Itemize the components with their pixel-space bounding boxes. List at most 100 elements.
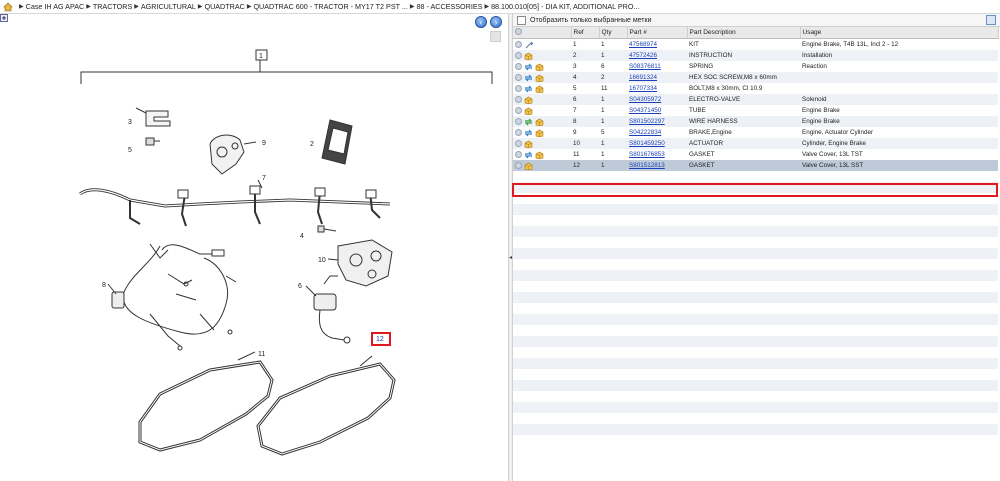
cell-part-number[interactable]: S08376811 xyxy=(627,61,687,72)
part-number-link[interactable]: S08376811 xyxy=(629,63,661,70)
part-number-link[interactable]: 47572426 xyxy=(629,52,657,59)
cell-ref: 11 xyxy=(571,149,599,160)
row-select-icon[interactable] xyxy=(515,107,522,114)
table-row[interactable]: 10 1 S801459250 ACTUATOR Cylinder, Engine Br… xyxy=(513,138,998,149)
cell-part-number[interactable]: S04371450 xyxy=(627,105,687,116)
empty-cell xyxy=(513,281,571,292)
cell-part-number[interactable]: S04305972 xyxy=(627,94,687,105)
part-number-link[interactable]: 47568974 xyxy=(629,41,657,48)
empty-cell xyxy=(687,281,800,292)
breadcrumb-item[interactable]: ▶ QUADTRAC xyxy=(196,2,245,11)
table-row[interactable]: 7 1 S04371450 TUBE Engine Brake xyxy=(513,105,998,116)
table-row[interactable]: 6 1 S04305972 ELECTRO-VALVE Solenoid xyxy=(513,94,998,105)
part-number-link[interactable]: S04371450 xyxy=(629,107,661,114)
row-icons xyxy=(513,127,571,138)
table-row[interactable]: 11 1 S801676853 GASKET Valve Cover, 13L TST xyxy=(513,149,998,160)
empty-cell xyxy=(571,182,599,193)
diagram-panel: ‹ › 1 2 3 4 5 6 7 8 9 10 11 12 xyxy=(0,14,508,481)
breadcrumb-item[interactable]: ▶ 88.100.010[05] - DIA KIT, ADDITIONAL PR… xyxy=(482,2,639,11)
breadcrumb-item[interactable]: ▶ TRACTORS xyxy=(84,2,132,11)
empty-cell xyxy=(571,402,599,413)
row-select-icon[interactable] xyxy=(515,140,522,147)
empty-cell xyxy=(599,303,627,314)
row-select-icon[interactable] xyxy=(515,52,522,59)
part-box-icon xyxy=(524,162,533,170)
row-select-icon[interactable] xyxy=(515,96,522,103)
breadcrumb-label[interactable]: TRACTORS xyxy=(93,2,132,11)
cell-description: ELECTRO-VALVE xyxy=(687,94,800,105)
cell-usage xyxy=(800,72,998,83)
cell-part-number[interactable]: 16691324 xyxy=(627,72,687,83)
part-box-icon xyxy=(535,129,544,137)
table-row[interactable]: 9 5 S04222834 BRAKE,Engine Engine, Actuator … xyxy=(513,127,998,138)
part-number-link[interactable]: S801459250 xyxy=(629,140,665,147)
header-usage[interactable]: Usage xyxy=(800,27,999,39)
header-qty[interactable]: Qty xyxy=(599,27,628,39)
breadcrumb-item[interactable]: ▶ AGRICULTURAL xyxy=(132,2,196,11)
empty-cell xyxy=(687,303,800,314)
part-box-icon xyxy=(535,85,544,93)
cell-part-number[interactable]: 47572426 xyxy=(627,50,687,61)
empty-cell xyxy=(800,336,998,347)
breadcrumb-label[interactable]: QUADTRAC 600 - TRACTOR - MY17 T2 PST ... xyxy=(253,2,407,11)
row-select-icon[interactable] xyxy=(515,74,522,81)
table-row[interactable]: 4 2 16691324 HEX SOC SCREW,M8 x 60mm xyxy=(513,72,998,83)
row-select-icon[interactable] xyxy=(515,151,522,158)
splitter-grip-icon[interactable]: ◂ xyxy=(509,254,512,266)
cell-part-number[interactable]: S801676853 xyxy=(627,149,687,160)
header-description[interactable]: Part Description xyxy=(687,27,801,39)
header-ref[interactable]: Ref xyxy=(571,27,600,39)
breadcrumb-label[interactable]: 88 - ACCESSORIES xyxy=(417,2,483,11)
row-select-icon[interactable] xyxy=(515,85,522,92)
breadcrumb-label[interactable]: QUADTRAC xyxy=(204,2,244,11)
part-number-link[interactable]: S801512813 xyxy=(629,162,665,169)
row-select-icon[interactable] xyxy=(515,118,522,125)
show-selected-checkbox[interactable] xyxy=(517,15,526,25)
empty-cell xyxy=(800,204,998,215)
cell-description: ACTUATOR xyxy=(687,138,800,149)
cell-part-number[interactable]: S801502297 xyxy=(627,116,687,127)
home-icon[interactable] xyxy=(3,2,13,12)
cell-usage: Solenoid xyxy=(800,94,998,105)
table-row[interactable]: 8 1 S801502297 WIRE HARNESS Engine Brake xyxy=(513,116,998,127)
empty-cell xyxy=(627,204,687,215)
row-select-icon[interactable] xyxy=(515,162,522,169)
cell-part-number[interactable]: S04222834 xyxy=(627,127,687,138)
empty-cell xyxy=(571,347,599,358)
part-number-link[interactable]: 16707334 xyxy=(629,85,657,92)
part-number-link[interactable]: S04305972 xyxy=(629,96,661,103)
breadcrumb-item[interactable]: ▶ Case IH AG APAC xyxy=(17,2,84,11)
empty-cell xyxy=(571,336,599,347)
row-select-icon[interactable] xyxy=(515,41,522,48)
breadcrumb-item[interactable]: ▶ QUADTRAC 600 - TRACTOR - MY17 T2 PST ..… xyxy=(245,2,408,11)
empty-cell xyxy=(800,193,998,204)
breadcrumb-label[interactable]: 88.100.010[05] - DIA KIT, ADDITIONAL PRO… xyxy=(491,2,639,11)
row-icons xyxy=(513,72,571,83)
row-select-icon[interactable] xyxy=(515,129,522,136)
breadcrumb-item[interactable]: ▶ 88 - ACCESSORIES xyxy=(408,2,483,11)
cell-part-number[interactable]: S801459250 xyxy=(627,138,687,149)
part-number-link[interactable]: 16691324 xyxy=(629,74,657,81)
cell-part-number[interactable]: S801512813 xyxy=(627,160,687,171)
table-row[interactable]: 12 1 S801512813 GASKET Valve Cover, 13L SST xyxy=(513,160,998,171)
select-all-icon[interactable] xyxy=(515,28,522,35)
breadcrumb-label[interactable]: AGRICULTURAL xyxy=(141,2,196,11)
empty-cell xyxy=(800,380,998,391)
cell-part-number[interactable]: 47568974 xyxy=(627,38,687,50)
table-row[interactable]: 1 1 47568974 KIT Engine Brake, T4B 13L, Incl… xyxy=(513,38,998,50)
part-number-link[interactable]: S801676853 xyxy=(629,151,665,158)
table-row[interactable]: 3 6 S08376811 SPRING Reaction xyxy=(513,61,998,72)
empty-cell xyxy=(513,424,571,435)
header-part-number[interactable]: Part # xyxy=(627,27,688,39)
part-number-link[interactable]: S04222834 xyxy=(629,129,661,136)
breadcrumb-label[interactable]: Case IH AG APAC xyxy=(26,2,85,11)
row-select-icon[interactable] xyxy=(515,63,522,70)
export-icon[interactable] xyxy=(986,15,996,25)
empty-row xyxy=(513,336,998,347)
table-row[interactable]: 2 1 47572426 INSTRUCTION Installation xyxy=(513,50,998,61)
cell-part-number[interactable]: 16707334 xyxy=(627,83,687,94)
empty-cell xyxy=(599,391,627,402)
part-number-link[interactable]: S801502297 xyxy=(629,118,665,125)
empty-cell xyxy=(800,435,998,446)
table-row[interactable]: 5 11 16707334 BOLT,M8 x 30mm, Cl 10.9 xyxy=(513,83,998,94)
